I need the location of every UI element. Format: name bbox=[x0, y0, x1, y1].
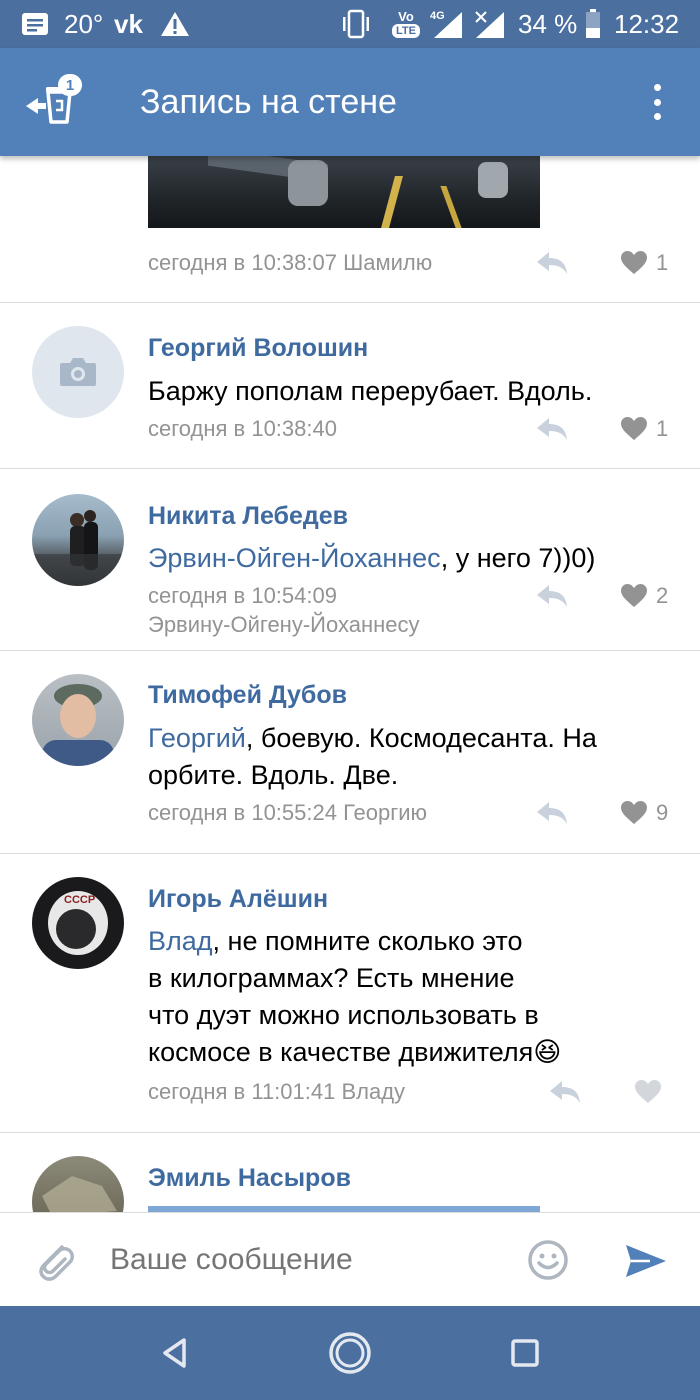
paperclip-icon bbox=[39, 1245, 74, 1281]
send-icon bbox=[626, 1245, 666, 1277]
comment-text: Георгий, боевую. Космодесанта. На bbox=[148, 720, 597, 757]
home-circle-icon bbox=[329, 1332, 371, 1374]
svg-text:CCCP: CCCP bbox=[64, 894, 95, 906]
comment-meta: сегодня в 10:54:09 bbox=[148, 583, 337, 608]
volte-icon: Vo LTE bbox=[388, 0, 424, 48]
comments-feed[interactable]: сегодня в 10:38:07 Шамилю 1 Георгий Воло… bbox=[0, 156, 700, 1212]
menu-dot-icon bbox=[653, 98, 661, 106]
like-button[interactable] bbox=[634, 1077, 662, 1107]
divider bbox=[0, 853, 700, 854]
comment-text: космосе в качестве движителя😆 bbox=[148, 1034, 561, 1071]
avatar[interactable] bbox=[32, 674, 124, 766]
send-button[interactable] bbox=[624, 1239, 668, 1283]
nav-recents-button[interactable] bbox=[500, 1328, 550, 1378]
nav-back-button[interactable] bbox=[150, 1328, 200, 1378]
like-count: 2 bbox=[656, 583, 669, 608]
battery-percent: 34 % bbox=[518, 8, 578, 39]
comment-meta: сегодня в 10:55:24 Георгию bbox=[148, 800, 428, 825]
reply-icon[interactable] bbox=[535, 416, 569, 442]
heart-icon bbox=[621, 417, 647, 440]
like-button[interactable]: 1 bbox=[620, 248, 668, 278]
like-button[interactable]: 2 bbox=[620, 581, 668, 611]
vibrate-icon bbox=[340, 0, 372, 48]
status-bar: 20° vk Vo LTE 4G 34 % 12:32 bbox=[0, 0, 700, 48]
camera-icon bbox=[60, 358, 96, 386]
lte-label: LTE bbox=[392, 24, 420, 38]
heart-icon bbox=[621, 584, 647, 607]
comment-author[interactable]: Никита Лебедев bbox=[148, 502, 348, 531]
mention-link[interactable]: Георгий bbox=[148, 723, 246, 753]
temperature-text: 20° bbox=[64, 8, 104, 39]
comment-text: Эрвин-Ойген-Йоханнес, у него 7))0) bbox=[148, 540, 595, 577]
reply-to-link[interactable]: Эрвину-Ойгену-Йоханнесу bbox=[148, 612, 419, 638]
volte-label: Vo bbox=[398, 9, 414, 24]
divider bbox=[0, 1132, 700, 1133]
avatar[interactable] bbox=[32, 1156, 124, 1212]
app-header: 1 Запись на стене bbox=[0, 48, 700, 156]
comment-text-line: космосе в качестве движителя bbox=[148, 1037, 534, 1067]
vk-notification-icon: vk bbox=[114, 8, 143, 39]
smiley-icon bbox=[528, 1240, 568, 1280]
avatar-placeholder[interactable] bbox=[32, 326, 124, 418]
comment-text-body: , у него 7))0) bbox=[440, 543, 596, 573]
notification-badge: 1 bbox=[58, 74, 82, 96]
reply-icon[interactable] bbox=[535, 800, 569, 826]
comment-text: Влад, не помните сколько это bbox=[148, 923, 523, 960]
comment-text-body: , боевую. Космодесанта. На bbox=[245, 723, 597, 753]
like-count: 9 bbox=[656, 800, 669, 825]
emoji-button[interactable] bbox=[527, 1239, 569, 1281]
divider bbox=[0, 302, 700, 303]
divider bbox=[0, 468, 700, 469]
signal-icon: 4G bbox=[428, 0, 510, 48]
triangle-back-icon bbox=[163, 1338, 186, 1368]
comment-author[interactable]: Тимофей Дубов bbox=[148, 681, 347, 710]
comment-author[interactable]: Игорь Алёшин bbox=[148, 885, 328, 914]
reply-icon[interactable] bbox=[535, 583, 569, 609]
warning-icon bbox=[160, 0, 190, 48]
comment-author[interactable]: Георгий Волошин bbox=[148, 334, 368, 363]
comment-meta: сегодня в 10:38:40 bbox=[148, 416, 337, 441]
clock: 12:32 bbox=[614, 8, 680, 39]
comment-text-line: в килограммах? Есть мнение bbox=[148, 963, 515, 993]
comment-photo[interactable] bbox=[148, 156, 540, 228]
page-title: Запись на стене bbox=[140, 82, 397, 121]
heart-icon bbox=[621, 251, 647, 274]
avatar[interactable] bbox=[32, 494, 124, 586]
attach-button[interactable] bbox=[32, 1237, 78, 1283]
message-notification-icon bbox=[20, 0, 50, 48]
like-count: 1 bbox=[656, 416, 669, 441]
reply-icon[interactable] bbox=[548, 1079, 582, 1105]
menu-dot-icon bbox=[653, 113, 661, 120]
menu-dot-icon bbox=[653, 84, 661, 91]
square-recents-icon bbox=[511, 1339, 539, 1367]
network-type-label: 4G bbox=[430, 10, 445, 22]
system-nav-bar bbox=[0, 1306, 700, 1400]
message-input[interactable] bbox=[110, 1213, 510, 1307]
divider bbox=[0, 650, 700, 651]
comment-text: Баржу пополам перерубает. Вдоль. bbox=[148, 376, 593, 406]
like-button[interactable]: 9 bbox=[620, 798, 668, 828]
comment-author[interactable]: Эмиль Насыров bbox=[148, 1164, 351, 1193]
message-composer bbox=[0, 1212, 700, 1307]
comment-text-line: орбите. Вдоль. Две. bbox=[148, 760, 399, 790]
more-options-button[interactable] bbox=[640, 78, 674, 126]
mention-link[interactable]: Эрвин-Ойген-Йоханнес bbox=[148, 543, 441, 573]
comment-meta: сегодня в 11:01:41 Владу bbox=[148, 1079, 406, 1104]
avatar[interactable]: CCCP bbox=[32, 877, 124, 969]
nav-home-button[interactable] bbox=[325, 1328, 375, 1378]
reply-icon[interactable] bbox=[535, 250, 569, 276]
like-count: 1 bbox=[656, 250, 669, 275]
laughing-emoji: 😆 bbox=[533, 1037, 562, 1067]
battery-icon bbox=[584, 0, 602, 48]
like-button[interactable]: 1 bbox=[620, 414, 668, 444]
heart-icon bbox=[621, 801, 647, 824]
comment-text-line: что дуэт можно использовать в bbox=[148, 1000, 539, 1030]
mention-link[interactable]: Влад bbox=[148, 926, 213, 956]
heart-icon bbox=[635, 1080, 661, 1103]
comment-meta: сегодня в 10:38:07 Шамилю bbox=[148, 250, 433, 275]
comment-text-body: , не помните сколько это bbox=[212, 926, 523, 956]
